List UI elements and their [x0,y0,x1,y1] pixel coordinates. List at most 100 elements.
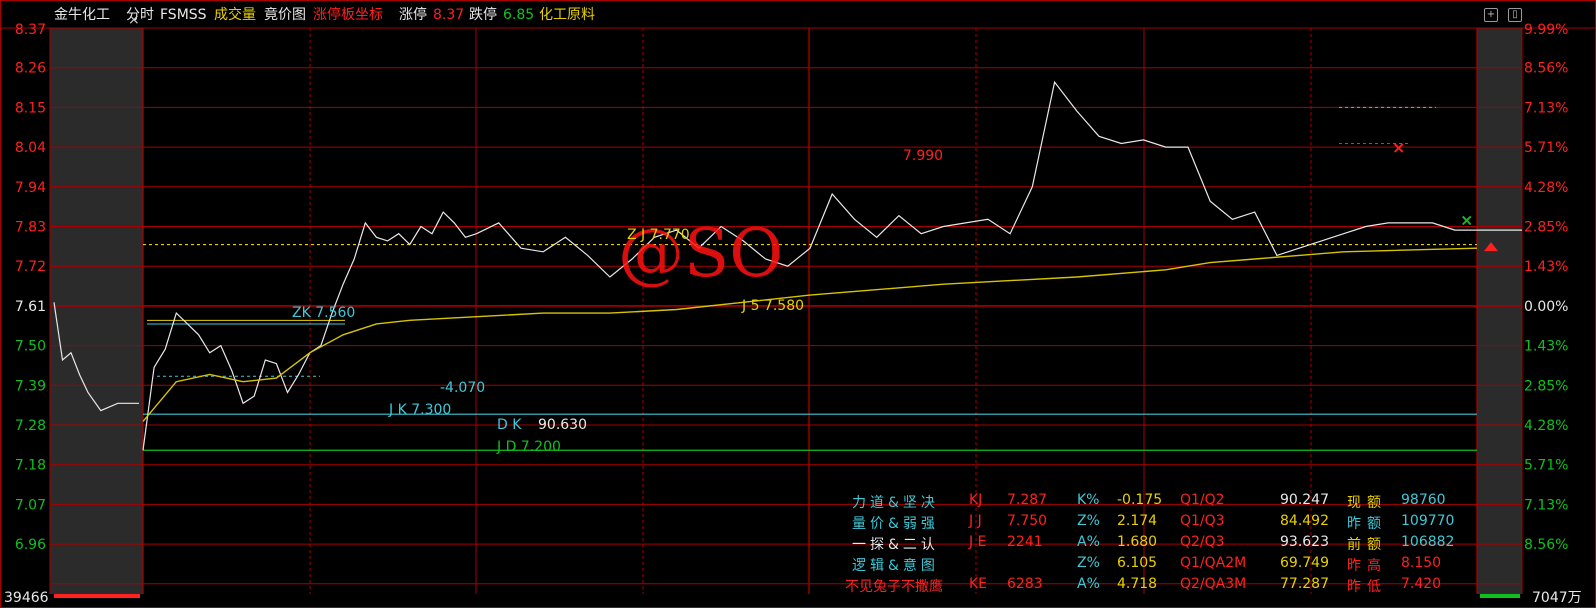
y-right-tick-label: 8.56% [1524,61,1568,77]
y-tick-label: 7.18 [15,458,46,474]
dk-label: D K [497,417,522,433]
y-right-tick-label: 5.71% [1524,458,1568,474]
volume-bars-right [1480,594,1520,598]
limit-down-label: 跌停 [469,7,497,23]
float-window-icon[interactable]: ▯ [1508,8,1522,22]
stats-v1-cell: 2241 [1007,534,1043,550]
jd-label: J D 7.200 [496,439,561,455]
y-tick-label: 7.72 [15,259,46,275]
chart-header: 金牛化工 分时 FSMSS 成交量 竟价图 涨停板坐标 涨停 8.37 跌停 6… [0,0,1596,28]
stats-code-cell: J E [969,534,987,550]
y-tick-label: 8.15 [15,100,46,116]
jk-label: J K 7.300 [388,402,451,418]
stock-name[interactable]: 金牛化工 [54,0,110,30]
y-tick-label: 7.83 [15,220,46,236]
y-right-tick-label: 7.13% [1524,497,1568,513]
stats-k-cell: A% [1077,534,1100,550]
stats-name-cell: 逻辑&意图 [852,558,939,574]
stats-v4-cell: 106882 [1401,534,1455,550]
y-tick-label: 7.94 [15,180,46,196]
stats-name-cell: 一探&二认 [852,537,939,553]
volume-right: 7047万 [1532,590,1582,606]
indicator-name[interactable]: FSMSS [160,0,207,30]
y-right-tick-label: 0.00% [1524,299,1568,315]
stats-t-cell: 昨额 [1347,516,1387,532]
y-right-tick-label: 1.43% [1524,259,1568,275]
y-right-tick-label: 1.43% [1524,339,1568,355]
volume-left: 39466 [4,590,49,606]
sell-signal-marker: × [1392,138,1405,157]
y-tick-label: 7.28 [15,418,46,434]
stats-v1-cell: 7.750 [1007,513,1048,529]
sector-label[interactable]: 化工原料 [539,0,595,30]
y-tick-label: 7.39 [15,378,46,394]
volume-toggle[interactable]: 成交量 [214,0,256,30]
add-window-icon[interactable]: + [1484,8,1498,22]
limit-up-label: 涨停 [399,7,427,23]
stats-v4-cell: 7.420 [1401,576,1442,592]
stats-v4-cell: 8.150 [1401,555,1442,571]
stats-v2-cell: 1.680 [1117,534,1158,550]
volume-bars-left [54,594,140,598]
buy-signal-marker: × [1460,210,1473,229]
pre-market-panel [50,28,143,594]
stats-v3-cell: 84.492 [1280,513,1329,529]
y-tick-label: 8.26 [15,61,46,77]
stats-q-cell: Q2/Q3 [1180,534,1225,550]
stats-name-cell: 量价&弱强 [852,516,939,532]
y-right-tick-label: 5.71% [1524,140,1568,156]
stats-v1-cell: 6283 [1007,576,1043,592]
y-right-tick-label: 4.28% [1524,180,1568,196]
stats-v1-cell: 7.287 [1007,492,1048,508]
stats-v2-cell: -0.175 [1117,492,1163,508]
stats-name-cell: 不见兔子不撒鹰 [845,579,943,595]
stats-k-cell: K% [1077,492,1100,508]
stats-t-cell: 现额 [1347,495,1387,511]
neg-label: -4.070 [440,380,485,396]
post-market-panel [1477,28,1522,594]
y-right-tick-label: 2.85% [1524,378,1568,394]
stats-t-cell: 前额 [1347,537,1387,553]
stats-q-cell: Q1/Q3 [1180,513,1225,529]
series-line-average [142,247,1478,422]
y-right-tick-label: 4.28% [1524,418,1568,434]
marker-layer: ×× [54,138,1520,598]
limit-up-value: 8.37 [433,7,465,23]
y-right-tick-label: 7.13% [1524,100,1568,116]
zj-label: Z J 7.770 [627,227,690,243]
stats-v2-cell: 6.105 [1117,555,1158,571]
stats-q-cell: Q1/Q2 [1180,492,1225,508]
limit-coord-toggle[interactable]: 涨停板坐标 [313,0,383,30]
stats-v3-cell: 77.287 [1280,576,1329,592]
dk-value: 90.630 [538,417,587,433]
y-right-tick-label: 2.85% [1524,220,1568,236]
y-tick-label: 7.61 [15,299,46,315]
stats-v2-cell: 2.174 [1117,513,1158,529]
js-label: J 5 7.580 [741,298,804,314]
y-tick-label: 8.04 [15,140,46,156]
stats-v3-cell: 90.247 [1280,492,1329,508]
stats-k-cell: Z% [1077,555,1100,571]
stats-k-cell: A% [1077,576,1100,592]
stats-v4-cell: 98760 [1401,492,1446,508]
panel-close-button[interactable]: × [128,10,140,30]
high-note: 7.990 [903,148,943,164]
stats-v2-cell: 4.718 [1117,576,1158,592]
stats-t-cell: 昨低 [1347,579,1387,595]
stats-k-cell: Z% [1077,513,1100,529]
stats-code-cell: J J [969,513,982,529]
stats-t-cell: 昨高 [1347,558,1387,574]
stats-code-cell: KE [969,576,988,592]
zk-label: ZK 7.560 [292,305,355,321]
stats-code-cell: KJ [969,492,983,508]
auction-toggle[interactable]: 竟价图 [264,0,306,30]
limit-down-value: 6.85 [503,7,535,23]
stats-q-cell: Q2/QA3M [1180,576,1247,592]
axis-labels: 8.378.268.158.047.947.837.727.617.507.39… [15,22,1569,553]
stats-q-cell: Q1/QA2M [1180,555,1247,571]
stats-v3-cell: 93.623 [1280,534,1329,550]
reference-lines [143,106,1477,451]
stats-v3-cell: 69.749 [1280,555,1329,571]
y-right-tick-label: 8.56% [1524,537,1568,553]
stats-v4-cell: 109770 [1401,513,1455,529]
